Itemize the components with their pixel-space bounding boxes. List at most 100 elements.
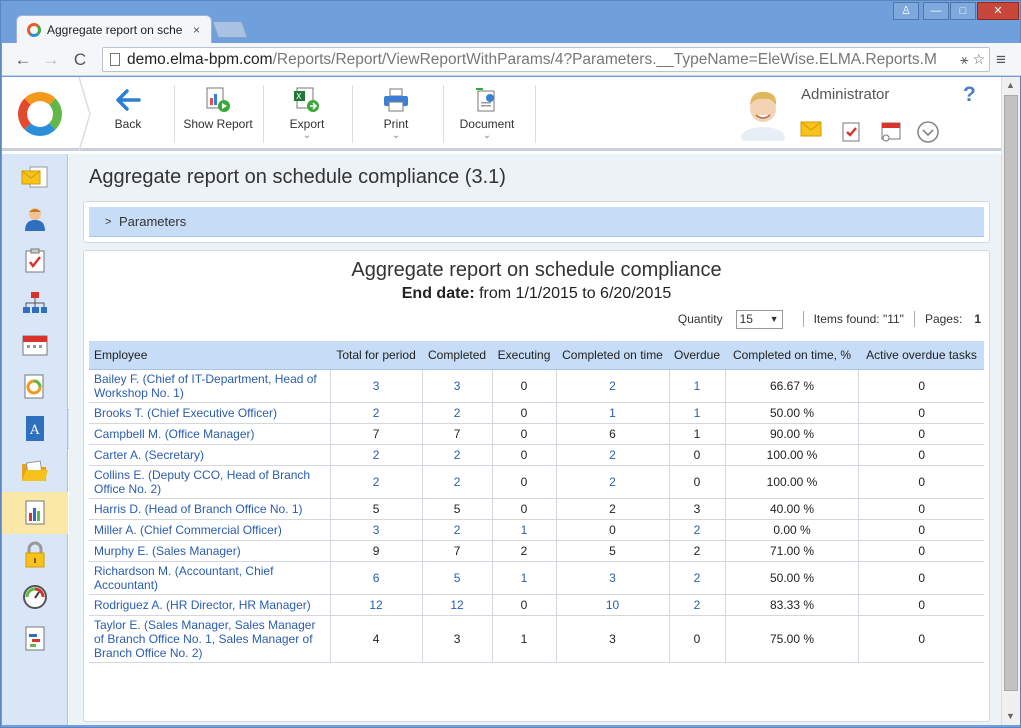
- reload-icon[interactable]: C: [69, 49, 91, 71]
- more-chevron-icon[interactable]: [916, 120, 940, 143]
- forward-arrow-icon[interactable]: →: [40, 49, 62, 71]
- user-avatar[interactable]: [737, 85, 789, 141]
- sidebar-item-folders[interactable]: [2, 450, 68, 492]
- scroll-up-icon[interactable]: ▲: [1006, 80, 1015, 90]
- employee-cell[interactable]: Collins E. (Deputy CCO, Head of Branch O…: [89, 464, 331, 499]
- quantity-select[interactable]: 15 ▼: [735, 309, 783, 329]
- value-cell[interactable]: 2: [421, 464, 493, 499]
- value-cell: 1: [491, 614, 557, 663]
- vertical-scrollbar[interactable]: ▲ ▼: [1001, 77, 1020, 725]
- column-header[interactable]: Completed on time: [556, 341, 669, 370]
- print-button[interactable]: Print ⌄: [366, 85, 426, 147]
- value-cell: 0: [858, 401, 984, 424]
- sidebar-item-projects[interactable]: [2, 618, 68, 660]
- column-header[interactable]: Active overdue tasks: [858, 341, 984, 370]
- employee-cell[interactable]: Harris D. (Head of Branch Office No. 1): [89, 497, 331, 520]
- value-cell[interactable]: 1: [491, 560, 557, 595]
- value-cell[interactable]: 1: [555, 401, 670, 424]
- help-icon[interactable]: ?: [963, 83, 976, 107]
- minimize-button[interactable]: —: [923, 2, 949, 20]
- maximize-button[interactable]: □: [950, 2, 976, 20]
- address-bar[interactable]: demo.elma-bpm.com/Reports/Report/ViewRep…: [102, 47, 990, 72]
- sidebar-item-processes[interactable]: [2, 366, 68, 408]
- value-cell: 5: [421, 497, 493, 520]
- employee-cell[interactable]: Rodriguez A. (HR Director, HR Manager): [89, 593, 331, 616]
- messages-icon[interactable]: [799, 120, 823, 142]
- value-cell[interactable]: 2: [329, 464, 423, 499]
- column-header[interactable]: Completed on time, %: [725, 341, 859, 370]
- user-profile-button[interactable]: ♙: [893, 2, 919, 20]
- value-cell[interactable]: 12: [421, 593, 493, 616]
- value-cell[interactable]: 2: [329, 401, 423, 424]
- calendar-icon[interactable]: [879, 120, 903, 142]
- value-cell[interactable]: 1: [491, 518, 557, 541]
- browser-tab[interactable]: Aggregate report on sche ×: [16, 15, 212, 43]
- value-cell[interactable]: 2: [555, 368, 670, 403]
- elma-logo[interactable]: [18, 92, 62, 136]
- value-cell: 3: [555, 614, 670, 663]
- value-cell[interactable]: 2: [421, 401, 493, 424]
- sidebar-item-profile[interactable]: [2, 198, 68, 240]
- show-report-button[interactable]: Show Report: [180, 85, 256, 147]
- employee-cell[interactable]: Carter A. (Secretary): [89, 443, 331, 466]
- sidebar-item-calendar[interactable]: [2, 324, 68, 366]
- value-cell[interactable]: 12: [329, 593, 423, 616]
- end-date-value: from 1/1/2015 to 6/20/2015: [479, 285, 672, 302]
- scroll-down-icon[interactable]: ▼: [1006, 711, 1015, 721]
- tab-close-icon[interactable]: ×: [193, 23, 200, 37]
- value-cell[interactable]: 2: [555, 443, 670, 466]
- document-button[interactable]: Document ⌄: [454, 85, 520, 147]
- table-row: Miller A. (Chief Commercial Officer) 3 2 1 0…: [89, 518, 984, 541]
- employee-cell[interactable]: Taylor E. (Sales Manager, Sales Manager …: [89, 614, 331, 663]
- value-cell[interactable]: 2: [668, 518, 726, 541]
- back-button[interactable]: Back: [102, 85, 154, 147]
- sidebar-item-security[interactable]: [2, 534, 68, 576]
- column-header[interactable]: Employee: [89, 341, 331, 370]
- employee-cell[interactable]: Campbell M. (Office Manager): [89, 422, 331, 445]
- value-cell[interactable]: 1: [668, 401, 726, 424]
- page-title: Aggregate report on schedule compliance …: [89, 166, 506, 188]
- value-cell[interactable]: 5: [421, 560, 493, 595]
- employee-cell[interactable]: Bailey F. (Chief of IT-Department, Head …: [89, 368, 331, 403]
- value-cell[interactable]: 2: [329, 443, 423, 466]
- employee-cell[interactable]: Richardson M. (Accountant, Chief Account…: [89, 560, 331, 595]
- close-window-button[interactable]: ✕: [977, 2, 1019, 20]
- value-cell[interactable]: 2: [555, 464, 670, 499]
- scroll-thumb[interactable]: [1004, 95, 1018, 691]
- sidebar-item-messages[interactable]: [2, 156, 68, 198]
- tasks-icon[interactable]: [839, 120, 863, 142]
- value-cell[interactable]: 2: [668, 560, 726, 595]
- browser-menu-icon[interactable]: ≡: [996, 50, 1006, 70]
- column-header[interactable]: Total for period: [330, 341, 423, 370]
- sidebar-item-monitoring[interactable]: [2, 576, 68, 618]
- sidebar-item-org-structure[interactable]: [2, 282, 68, 324]
- export-button[interactable]: X Export ⌄: [277, 85, 337, 147]
- parameters-toggle[interactable]: > Parameters: [89, 207, 984, 237]
- translate-star-icons[interactable]: ⚹ ☆: [960, 48, 985, 71]
- column-header[interactable]: Overdue: [669, 341, 726, 370]
- sidebar-item-documents[interactable]: A: [2, 408, 68, 450]
- sidebar-item-reports[interactable]: [2, 492, 68, 534]
- value-cell[interactable]: 6: [329, 560, 423, 595]
- new-tab-button[interactable]: [211, 21, 249, 38]
- value-cell[interactable]: 1: [668, 368, 726, 403]
- column-header[interactable]: Completed: [422, 341, 493, 370]
- value-cell[interactable]: 2: [421, 443, 493, 466]
- value-cell[interactable]: 3: [329, 368, 423, 403]
- value-cell[interactable]: 10: [555, 593, 670, 616]
- value-cell: 50.00 %: [724, 401, 860, 424]
- value-cell[interactable]: 3: [421, 368, 493, 403]
- column-header[interactable]: Executing: [492, 341, 557, 370]
- user-name[interactable]: Administrator: [801, 86, 889, 103]
- value-cell[interactable]: 2: [668, 593, 726, 616]
- sidebar-item-tasks[interactable]: [2, 240, 68, 282]
- value-cell[interactable]: 3: [555, 560, 670, 595]
- employee-cell[interactable]: Brooks T. (Chief Executive Officer): [89, 401, 331, 424]
- employee-cell[interactable]: Miller A. (Chief Commercial Officer): [89, 518, 331, 541]
- employee-cell[interactable]: Murphy E. (Sales Manager): [89, 539, 331, 562]
- back-arrow-icon[interactable]: ←: [12, 49, 34, 71]
- value-cell[interactable]: 3: [329, 518, 423, 541]
- value-cell[interactable]: 2: [421, 518, 493, 541]
- separator: [443, 85, 444, 143]
- page-number[interactable]: 1: [974, 312, 981, 326]
